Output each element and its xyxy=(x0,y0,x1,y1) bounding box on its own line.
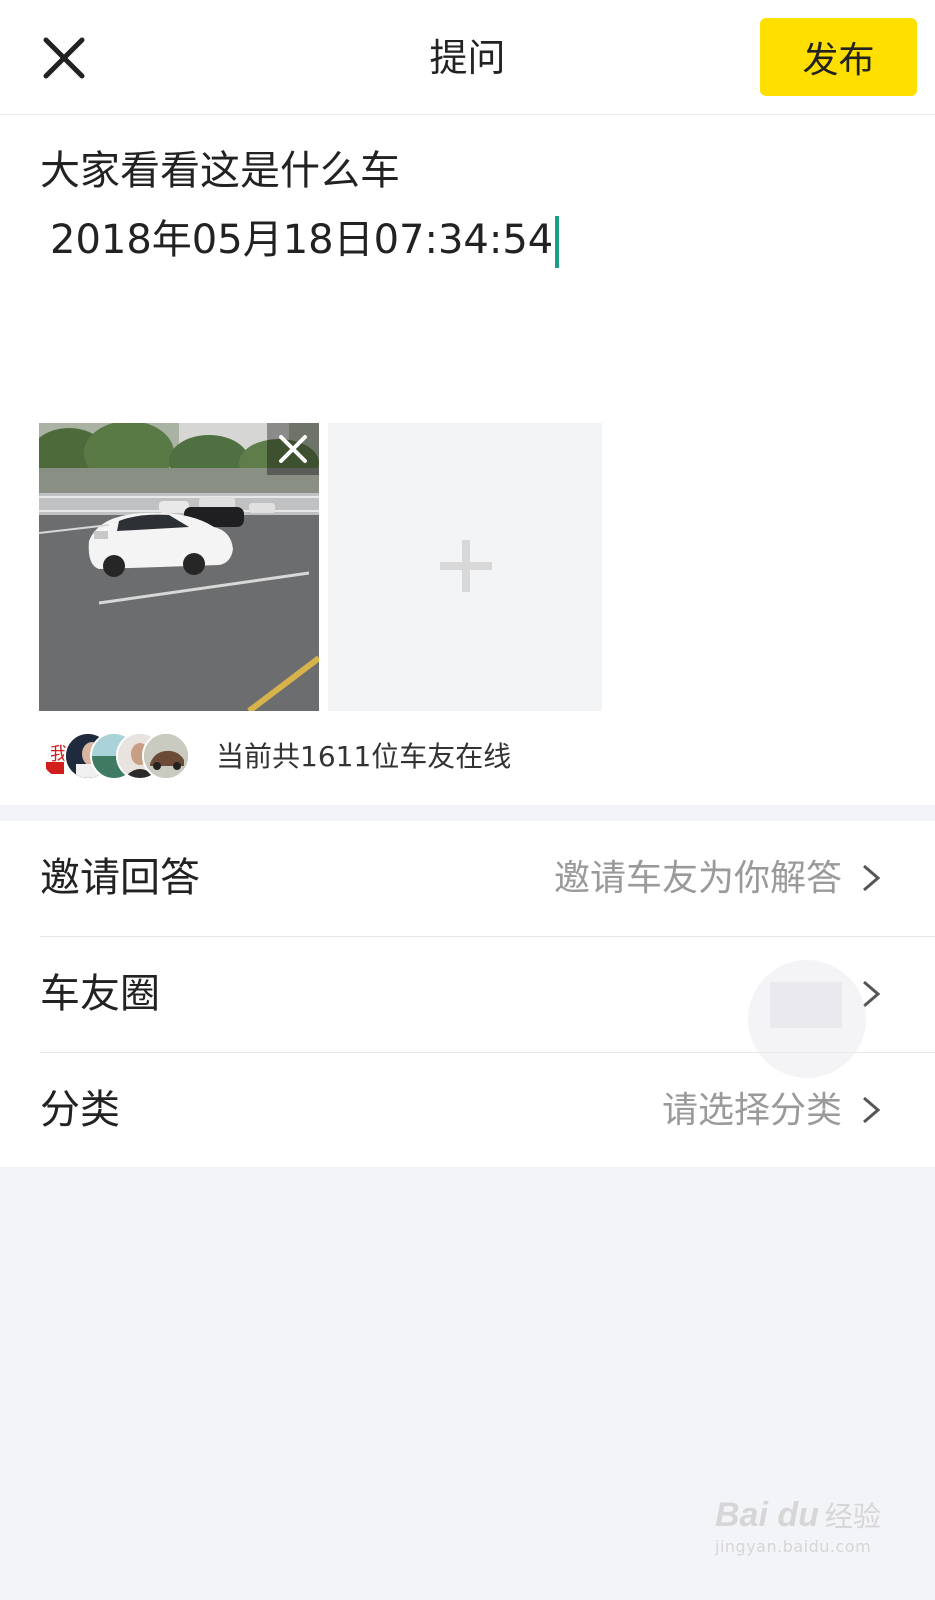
invite-answer-row[interactable]: 邀请回答 邀请车友为你解答 xyxy=(0,821,935,936)
text-caret xyxy=(555,216,560,268)
category-value: 请选择分类 xyxy=(661,1090,842,1131)
question-compose-area[interactable]: 大家看看这是什么车 2018年05月18日07:34:54 我 当前共1611位… xyxy=(0,115,935,805)
invite-answer-label: 邀请回答 xyxy=(40,855,200,901)
chevron-right-icon xyxy=(863,1096,881,1124)
remove-photo-icon[interactable] xyxy=(267,423,319,475)
watermark-brand: Bai du xyxy=(715,1496,819,1534)
baidu-jingyan-watermark: Bai du 经验 jingyan.baidu.com xyxy=(715,1495,895,1556)
online-count-text: 当前共1611位车友在线 xyxy=(216,740,512,773)
question-text-line-2[interactable]: 2018年05月18日07:34:54 xyxy=(50,212,560,268)
chevron-right-icon xyxy=(863,864,881,892)
top-bar: 提问 发布 xyxy=(0,0,935,115)
avatar xyxy=(142,732,190,780)
category-label: 分类 xyxy=(40,1087,120,1133)
plus-icon xyxy=(440,540,492,592)
question-text-line-1[interactable]: 大家看看这是什么车 xyxy=(40,143,400,199)
add-photo-button[interactable] xyxy=(328,423,602,711)
floating-assistive-bubble-inner xyxy=(770,982,842,1028)
publish-button[interactable]: 发布 xyxy=(760,18,917,96)
online-users-row: 我 当前共1611位车友在线 xyxy=(40,732,640,782)
watermark-suffix: 经验 xyxy=(824,1500,881,1533)
watermark-url: jingyan.baidu.com xyxy=(715,1537,872,1556)
car-circle-label: 车友圈 xyxy=(40,971,160,1017)
attached-photo-thumbnail[interactable] xyxy=(39,423,319,711)
invite-answer-value: 邀请车友为你解答 xyxy=(553,858,842,899)
question-timestamp-text: 2018年05月18日07:34:54 xyxy=(50,217,554,263)
